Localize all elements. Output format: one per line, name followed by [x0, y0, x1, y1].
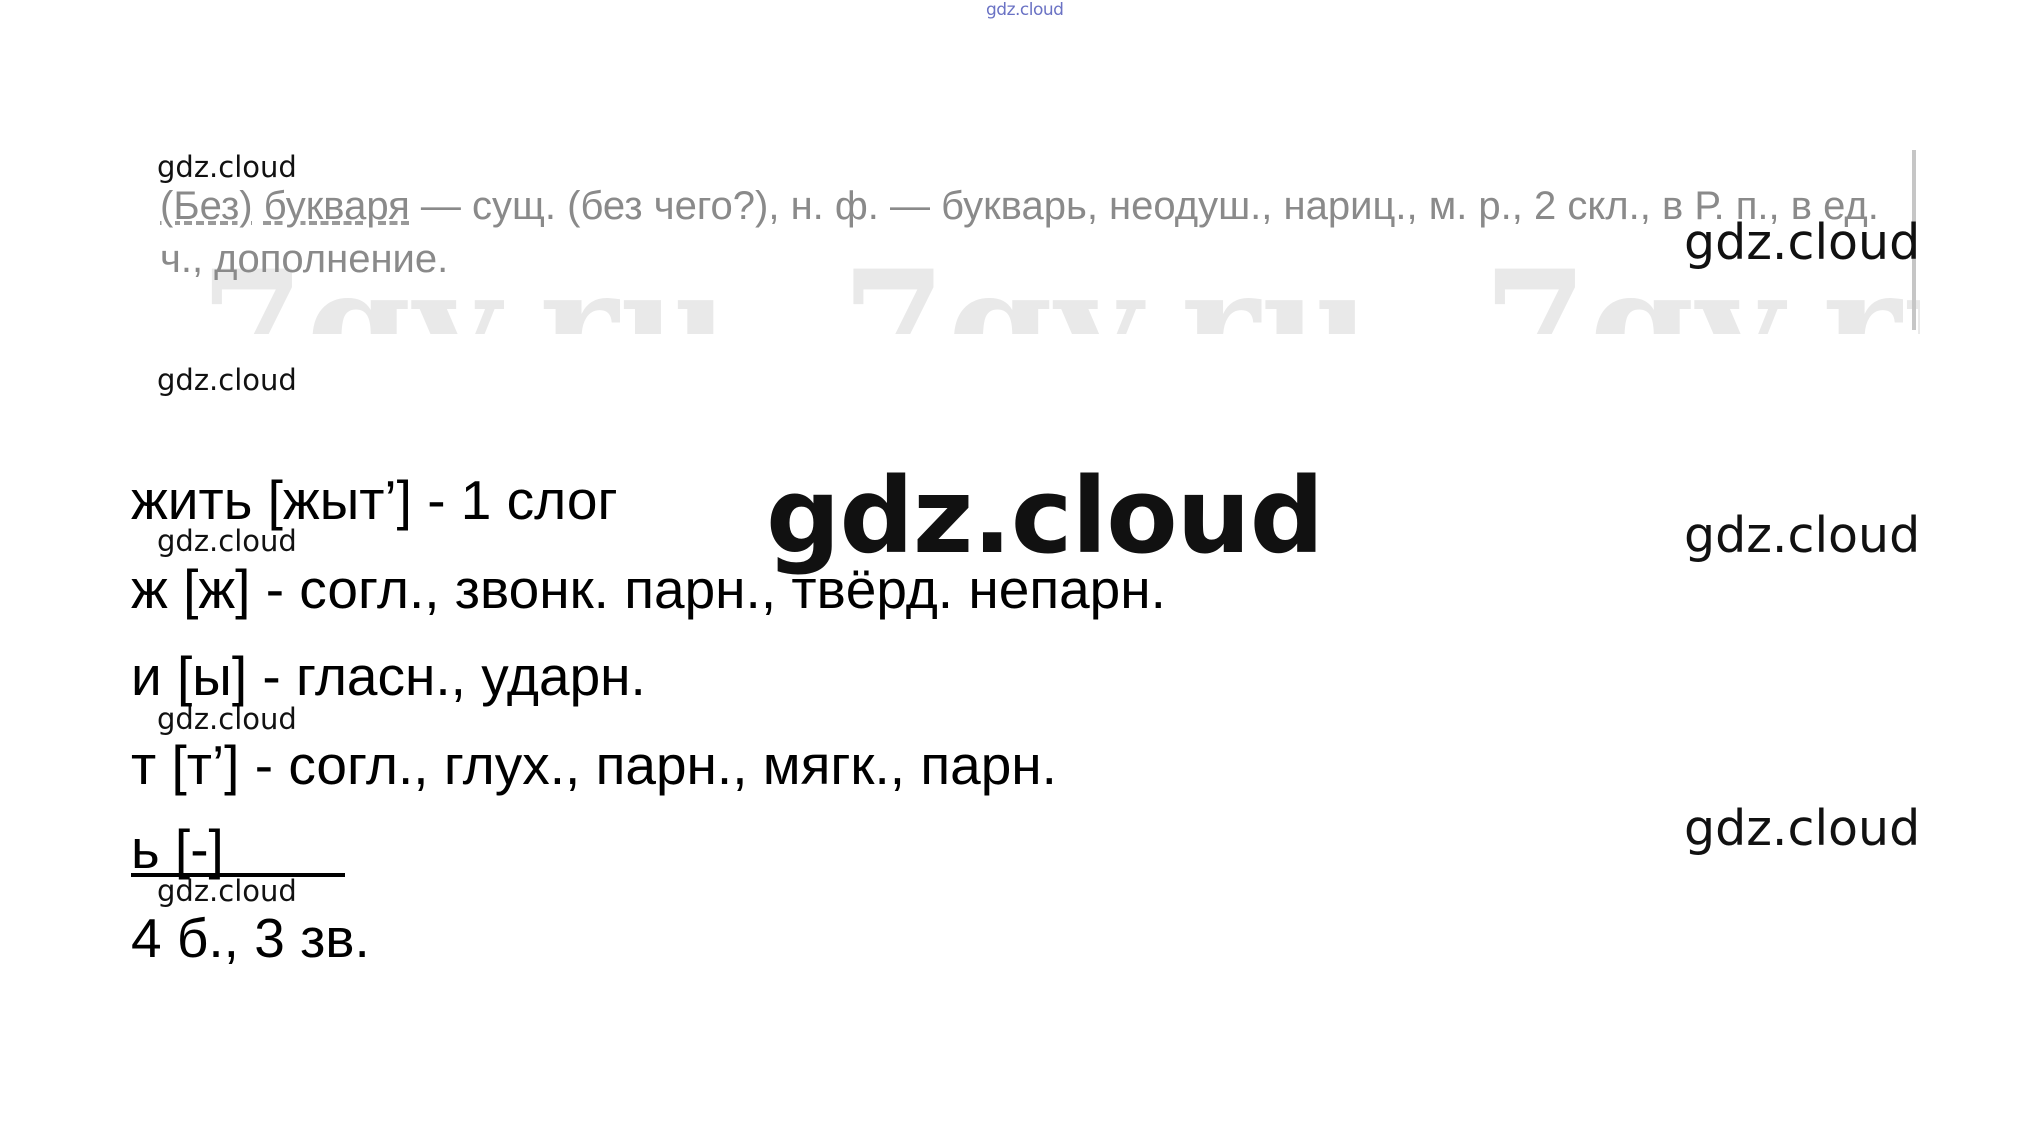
watermark-right-3: gdz.cloud — [1684, 800, 1921, 857]
analysis-line-2: ж [ж] - согл., звонк. парн., твёрд. непа… — [131, 558, 1166, 620]
analysis-line-3: и [ы] - гласн., ударн. — [131, 645, 646, 707]
watermark-right-1: gdz.cloud — [1684, 214, 1921, 271]
analysis-line-6: 4 б., 3 зв. — [131, 907, 370, 969]
analysis-line-1: жить [жыт’] - 1 слог — [131, 469, 618, 531]
watermark-small-1: gdz.cloud — [157, 150, 297, 184]
excerpt-word: букваря — [263, 184, 410, 228]
watermark-small-2: gdz.cloud — [157, 363, 297, 397]
top-watermark: gdz.cloud — [986, 0, 1064, 20]
excerpt-prep: (Без) — [160, 184, 253, 228]
analysis-line-4: т [т’] - согл., глух., парн., мягк., пар… — [131, 734, 1057, 796]
analysis-line-5: ь [-] — [131, 818, 224, 880]
analysis-underline — [131, 873, 345, 877]
excerpt-block: 7gy.ru7gy.ru7gy.ru (Без) букваря — сущ. … — [150, 148, 1920, 334]
excerpt-rest: — сущ. (без чего?), н. ф. — букварь, нео… — [160, 184, 1879, 281]
excerpt-text: (Без) букваря — сущ. (без чего?), н. ф. … — [160, 180, 1880, 286]
watermark-right-2: gdz.cloud — [1684, 507, 1921, 564]
